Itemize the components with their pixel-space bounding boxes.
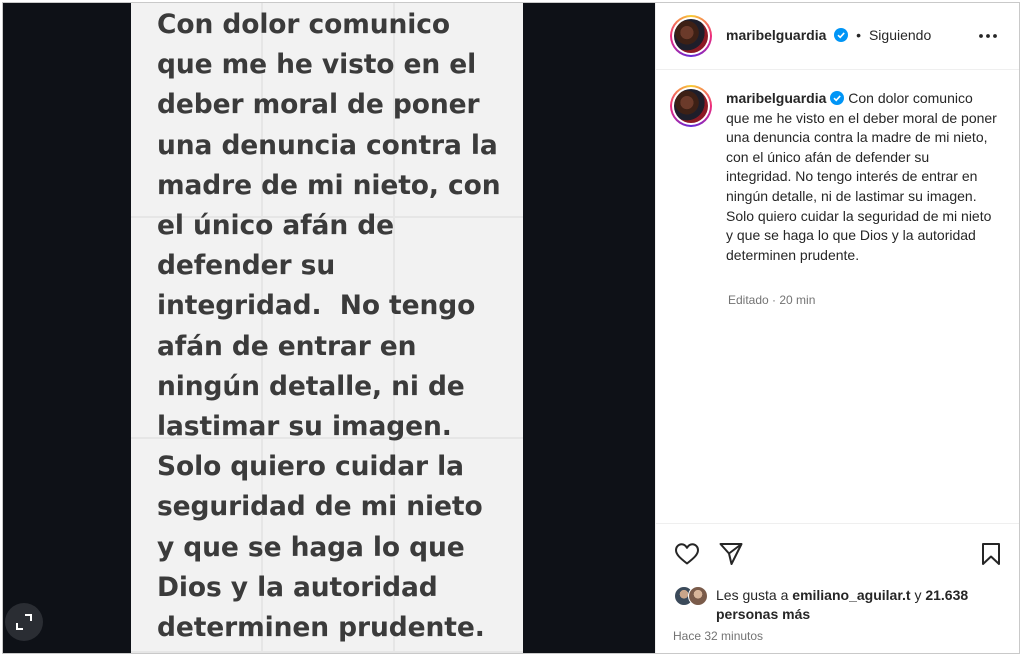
post-sidebar: maribelguardia • Siguiendo maribelguardi… (655, 3, 1019, 653)
post-header: maribelguardia • Siguiendo (656, 3, 1019, 70)
post-time[interactable]: Hace 32 minutos (673, 629, 763, 643)
caption-avatar[interactable] (670, 85, 712, 127)
more-options-icon[interactable] (978, 28, 998, 44)
post-caption: maribelguardia Con dolor comunico que me… (726, 89, 998, 265)
bookmark-icon[interactable] (980, 542, 1002, 566)
liker-avatar[interactable] (688, 586, 708, 606)
likes-prefix: Les gusta a (716, 587, 789, 603)
expand-icon (16, 614, 32, 630)
edited-timestamp: Editado · 20 min (728, 293, 816, 307)
heart-icon[interactable] (674, 542, 700, 566)
post-dialog: Con dolor comunico que me he visto en el… (2, 2, 1020, 654)
liker-username[interactable]: emiliano_aguilar.t (792, 587, 910, 603)
send-icon[interactable] (718, 541, 744, 567)
post-actions: Les gusta a emiliano_aguilar.t y 21.638 … (656, 523, 1019, 653)
verified-badge-icon (830, 91, 845, 105)
avatar[interactable] (670, 15, 712, 57)
separator-dot: • (856, 27, 862, 43)
caption-text: Con dolor comunico que me he visto en el… (726, 90, 997, 263)
expand-button[interactable] (5, 603, 43, 641)
post-image: Con dolor comunico que me he visto en el… (131, 3, 523, 653)
following-button[interactable]: Siguiendo (869, 27, 931, 43)
post-media[interactable]: Con dolor comunico que me he visto en el… (3, 3, 655, 653)
likes-conj: y (914, 587, 922, 603)
image-text: Con dolor comunico que me he visto en el… (157, 9, 501, 644)
caption-username[interactable]: maribelguardia (726, 90, 826, 106)
header-user: maribelguardia • Siguiendo (726, 27, 931, 43)
likes-text: Les gusta a emiliano_aguilar.t y 21.638 … (716, 586, 1016, 624)
verified-badge-icon (834, 28, 849, 42)
username-link[interactable]: maribelguardia (726, 27, 826, 43)
